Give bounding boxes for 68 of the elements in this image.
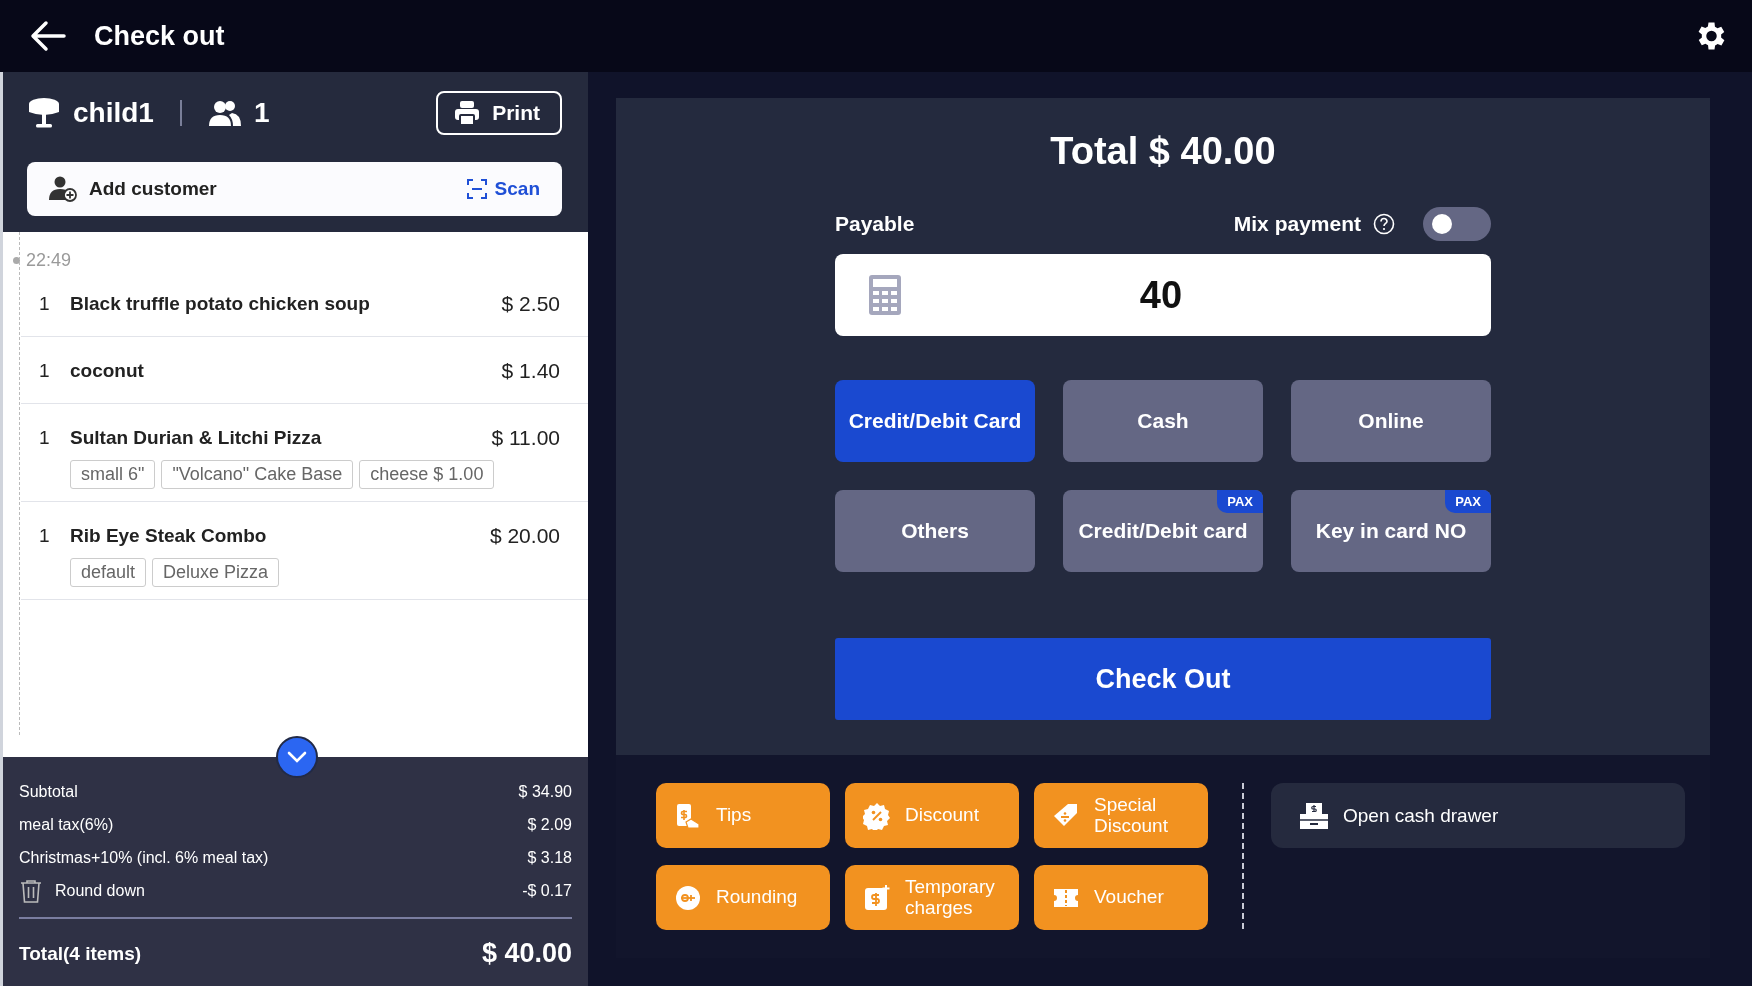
summary-label: Subtotal (19, 782, 78, 801)
order-time: 22:49 (26, 249, 72, 271)
guests-icon (207, 99, 242, 127)
item-name: coconut (70, 360, 145, 382)
page-title: Check out (94, 20, 226, 52)
rounding-icon (674, 883, 702, 912)
delete-button[interactable] (19, 878, 43, 903)
payment-method-button[interactable]: PAX Credit/Debit card (1063, 490, 1263, 572)
add-customer-field[interactable]: Add customer Scan (27, 162, 562, 216)
item-quantity: 1 (39, 293, 51, 315)
mix-payment-toggle[interactable] (1423, 207, 1491, 241)
calculator-icon (869, 275, 901, 315)
item-quantity: 1 (39, 525, 51, 547)
pax-badge: PAX (1445, 490, 1491, 513)
scan-button[interactable]: Scan (466, 178, 540, 200)
item-quantity: 1 (39, 360, 51, 382)
item-option-tag: small 6" (70, 460, 156, 489)
summary-label: meal tax(6%) (19, 815, 114, 834)
back-button[interactable] (30, 20, 66, 52)
open-cash-drawer-button[interactable]: Open cash drawer (1271, 783, 1685, 848)
payment-method-button[interactable]: Online (1291, 380, 1491, 462)
payment-method-button[interactable]: Others (835, 490, 1035, 572)
summary-amount: $ 3.18 (527, 848, 572, 867)
item-price: $ 20.00 (489, 524, 560, 548)
item-option-tag: "Volcano" Cake Base (161, 460, 354, 489)
back-arrow-icon (30, 20, 66, 52)
dollar-plus-icon (863, 883, 891, 912)
summary-amount: $ 34.90 (518, 782, 572, 801)
chevron-down-icon (287, 751, 307, 763)
item-option-tag: cheese $ 1.00 (359, 460, 495, 489)
item-option-tag: Deluxe Pizza (152, 558, 280, 587)
total-amount: $ 40.00 (481, 938, 572, 969)
scan-icon (466, 179, 487, 199)
tips-icon (674, 801, 702, 830)
payable-label: Payable (835, 212, 915, 236)
guest-count: 1 (253, 97, 270, 129)
help-icon (1373, 213, 1395, 235)
total-label: Total(4 items) (19, 942, 142, 965)
item-name: Rib Eye Steak Combo (70, 525, 268, 547)
item-price: $ 11.00 (491, 426, 560, 450)
add-person-icon (49, 176, 77, 202)
payment-method-button[interactable]: Cash (1063, 380, 1263, 462)
item-price: $ 2.50 (501, 292, 560, 316)
summary-amount: -$ 0.17 (522, 881, 572, 900)
mix-payment-label: Mix payment (1233, 212, 1361, 236)
trash-icon (19, 878, 43, 903)
timeline-dot (13, 256, 20, 264)
printer-icon (454, 100, 481, 126)
check-out-button[interactable]: Check Out (835, 638, 1491, 720)
expand-button[interactable] (276, 736, 318, 778)
pax-badge: PAX (1217, 490, 1263, 513)
payment-method-button[interactable]: Credit/Debit Card (835, 380, 1035, 462)
item-name: Sultan Durian & Litchi Pizza (70, 427, 323, 449)
discount-icon (863, 801, 891, 830)
item-option-tag: default (70, 558, 147, 587)
summary-amount: $ 2.09 (527, 815, 572, 834)
item-quantity: 1 (39, 427, 51, 449)
amount-field[interactable]: 40 (835, 254, 1491, 336)
payment-method-button[interactable]: PAX Key in card NO (1291, 490, 1491, 572)
summary-label: Round down (55, 881, 145, 900)
item-name: Black truffle potato chicken soup (70, 293, 371, 315)
item-price: $ 1.40 (501, 359, 560, 383)
cash-drawer-icon (1299, 801, 1329, 830)
total-title: Total $ 40.00 (1050, 130, 1276, 174)
print-button[interactable]: Print (436, 91, 562, 135)
summary-label: Christmas+10% (incl. 6% meal tax) (19, 848, 269, 867)
table-name: child1 (73, 97, 154, 129)
table-icon (27, 96, 61, 130)
